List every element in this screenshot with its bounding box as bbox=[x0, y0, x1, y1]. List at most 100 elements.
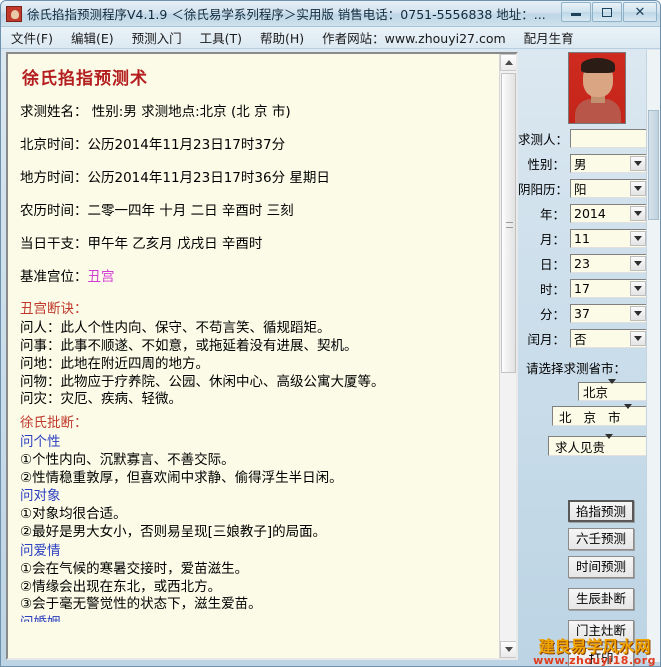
minimize-button[interactable] bbox=[561, 2, 591, 22]
chevron-down-icon bbox=[634, 185, 642, 191]
label-hour: 时： bbox=[539, 281, 565, 297]
label-minute: 分： bbox=[539, 306, 565, 322]
app-icon bbox=[6, 5, 22, 22]
group-heading-marriage-partial: 问婚姻 bbox=[20, 615, 497, 622]
body-area: 徐氏掐指预测术 求测姓名： 性别:男 求测地点:北京 (北 京 市) 北京时间：… bbox=[1, 50, 660, 666]
info-beijing-time: 北京时间：公历2014年11月23日17时37分 bbox=[20, 137, 286, 154]
month-dropdown-arrow[interactable] bbox=[630, 230, 646, 246]
section-title-xu-analysis: 徐氏批断： bbox=[20, 415, 88, 432]
love-line-2: ②情缘会出现在东北，或西北方。 bbox=[20, 578, 222, 595]
city-value: 北 京 市 bbox=[559, 409, 625, 425]
watermark-url: www.zhouyi18.org bbox=[533, 654, 656, 667]
year-value: 2014 bbox=[574, 205, 606, 221]
chevron-down-icon bbox=[634, 210, 642, 216]
scrollbar-thumb[interactable] bbox=[501, 73, 516, 373]
menu-item-help[interactable]: 帮助(H) bbox=[258, 27, 306, 48]
window-controls: ✕ bbox=[561, 2, 657, 22]
label-day: 日： bbox=[539, 256, 565, 272]
report-panel: 徐氏掐指预测术 求测姓名： 性别:男 求测地点:北京 (北 京 市) 北京时间：… bbox=[6, 52, 518, 660]
menu-item-intro[interactable]: 预测入门 bbox=[130, 27, 184, 48]
province-select[interactable]: 北京 bbox=[578, 379, 656, 401]
window-scrollbar-thumb[interactable] bbox=[648, 110, 659, 220]
section-title-palace-verdict: 丑宫断诀： bbox=[20, 301, 88, 318]
year-select[interactable]: 2014 bbox=[570, 203, 648, 223]
menu-bar: 文件(F) 编辑(E) 预测入门 工具(T) 帮助(H) 作者网站：www.zh… bbox=[1, 27, 660, 49]
hour-select[interactable]: 17 bbox=[570, 278, 648, 298]
gender-value: 男 bbox=[574, 156, 587, 172]
province-value: 北京 bbox=[583, 385, 609, 400]
city-select[interactable]: 北 京 市 bbox=[552, 403, 656, 426]
verdict-line-person: 问人：此人个性内向、保守、不苟言笑、循规蹈矩。 bbox=[20, 320, 331, 337]
window-scrollbar[interactable] bbox=[646, 50, 660, 662]
name-input[interactable] bbox=[570, 128, 648, 148]
day-dropdown-arrow[interactable] bbox=[630, 255, 646, 271]
day-select[interactable]: 23 bbox=[570, 253, 648, 273]
verdict-line-matter: 问事：此事不顺遂、不如意，或拖延着没有进展、契机。 bbox=[20, 337, 358, 354]
group-heading-partner: 问对象 bbox=[20, 488, 61, 505]
calendar-dropdown-arrow[interactable] bbox=[630, 180, 646, 196]
field-row-day: 日： 23 bbox=[518, 253, 660, 273]
topic-dropdown-arrow[interactable] bbox=[605, 433, 614, 454]
chevron-down-icon bbox=[605, 433, 614, 454]
calendar-select[interactable]: 阳 bbox=[570, 178, 648, 198]
field-row-leap-month: 闰月： 否 bbox=[518, 328, 660, 348]
leap-month-dropdown-arrow[interactable] bbox=[630, 330, 646, 346]
field-row-hour: 时： 17 bbox=[518, 278, 660, 298]
personality-line-1: ①个性内向、沉默寡言、不善交际。 bbox=[20, 451, 235, 468]
month-select[interactable]: 11 bbox=[570, 228, 648, 248]
label-gender: 性别： bbox=[527, 156, 565, 172]
chevron-down-icon bbox=[634, 160, 642, 166]
label-name: 求测人： bbox=[518, 131, 569, 147]
verdict-line-object: 问物：此物应于疗养院、公园、休闲中心、高级公寓大厦等。 bbox=[20, 373, 385, 390]
time-prediction-button[interactable]: 时间预测 bbox=[568, 556, 634, 578]
birth-hexagram-button[interactable]: 生辰卦断 bbox=[568, 588, 634, 610]
watermark: 建良易学风水网 www.zhouyi18.org bbox=[533, 639, 656, 667]
scroll-down-button[interactable] bbox=[500, 641, 516, 658]
label-month: 月： bbox=[539, 231, 565, 247]
minimize-icon bbox=[571, 13, 581, 16]
maximize-button[interactable] bbox=[592, 2, 622, 22]
menu-item-file[interactable]: 文件(F) bbox=[9, 27, 55, 48]
liuren-prediction-button[interactable]: 六壬预测 bbox=[568, 528, 634, 550]
input-sidebar: 求测人： 性别： 男 阴阳历： 阳 年： 2014 月： 11 日： 23 时：… bbox=[518, 52, 660, 666]
scroll-up-button[interactable] bbox=[500, 54, 516, 71]
minute-select[interactable]: 37 bbox=[570, 303, 648, 323]
chevron-up-icon bbox=[504, 60, 513, 65]
form-fields: 求测人： 性别： 男 阴阳历： 阳 年： 2014 月： 11 日： 23 时：… bbox=[518, 128, 660, 466]
leap-month-select[interactable]: 否 bbox=[570, 328, 648, 348]
maximize-icon bbox=[602, 7, 612, 17]
menu-item-birth-planning[interactable]: 配月生育 bbox=[522, 27, 576, 48]
field-row-gender: 性别： 男 bbox=[518, 153, 660, 173]
topic-select[interactable]: 求人见贵 bbox=[548, 433, 656, 456]
info-base-palace: 基准宫位：丑宫 bbox=[20, 269, 497, 287]
report-text[interactable]: 徐氏掐指预测术 求测姓名： 性别:男 求测地点:北京 (北 京 市) 北京时间：… bbox=[8, 54, 501, 658]
chevron-down-icon bbox=[608, 379, 617, 399]
menu-item-author-website[interactable]: 作者网站：www.zhouyi27.com bbox=[320, 27, 508, 48]
topic-value: 求人见贵 bbox=[555, 439, 606, 455]
menu-item-edit[interactable]: 编辑(E) bbox=[69, 27, 116, 48]
year-dropdown-arrow[interactable] bbox=[630, 205, 646, 221]
title-bar: 徐氏掐指预测程序V4.1.9 ＜徐氏易学系列程序＞实用版 销售电话：0751-5… bbox=[1, 1, 660, 27]
chevron-down-icon bbox=[634, 310, 642, 316]
label-year: 年： bbox=[539, 206, 565, 222]
report-scrollbar[interactable] bbox=[499, 54, 516, 658]
hour-dropdown-arrow[interactable] bbox=[630, 280, 646, 296]
field-row-year: 年： 2014 bbox=[518, 203, 660, 223]
menu-item-tools[interactable]: 工具(T) bbox=[198, 27, 244, 48]
chevron-down-icon bbox=[634, 235, 642, 241]
city-dropdown-arrow[interactable] bbox=[624, 403, 633, 424]
minute-dropdown-arrow[interactable] bbox=[630, 305, 646, 321]
report-title: 徐氏掐指预测术 bbox=[22, 69, 148, 89]
gender-select[interactable]: 男 bbox=[570, 153, 648, 173]
finger-prediction-button[interactable]: 掐指预测 bbox=[568, 500, 634, 522]
province-dropdown-arrow[interactable] bbox=[608, 379, 617, 399]
love-line-1: ①会在气候的寒暑交接时，爱苗滋生。 bbox=[20, 560, 249, 577]
hour-value: 17 bbox=[574, 280, 590, 296]
close-button[interactable]: ✕ bbox=[623, 2, 657, 22]
leap-month-value: 否 bbox=[574, 331, 587, 347]
gender-dropdown-arrow[interactable] bbox=[630, 155, 646, 171]
base-palace-value: 丑宫 bbox=[87, 268, 115, 285]
love-line-3: ③会于毫无警觉性的状态下，滋生爱苗。 bbox=[20, 596, 262, 613]
author-photo bbox=[568, 52, 626, 124]
window-title: 徐氏掐指预测程序V4.1.9 ＜徐氏易学系列程序＞实用版 销售电话：0751-5… bbox=[27, 7, 546, 22]
